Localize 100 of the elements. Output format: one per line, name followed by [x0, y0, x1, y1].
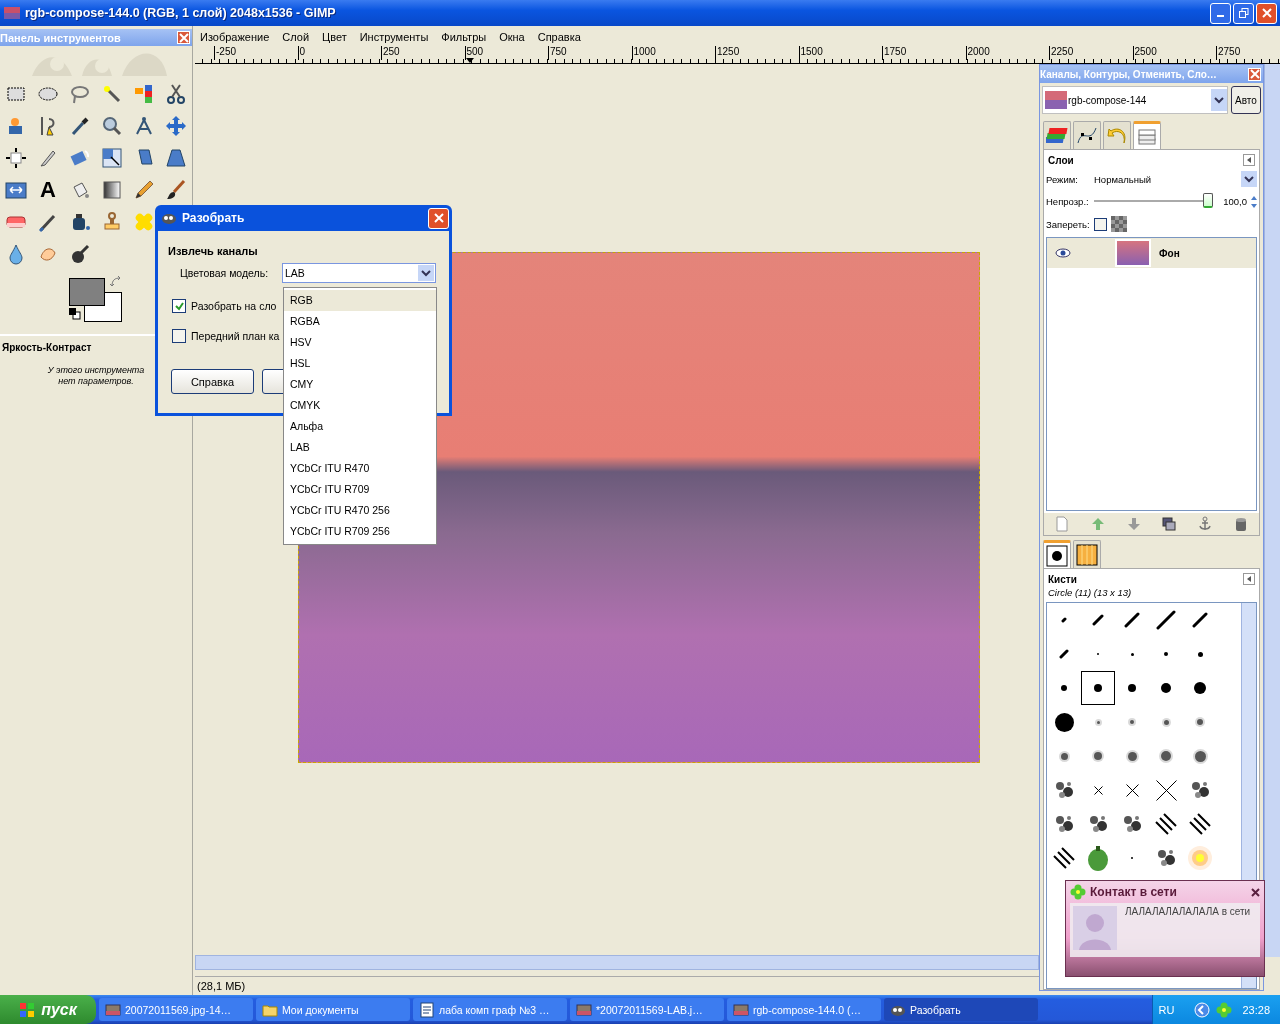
align-icon[interactable] — [5, 147, 27, 169]
paintbrush-icon[interactable] — [165, 179, 187, 201]
slider-thumb[interactable] — [1203, 193, 1213, 208]
help-button[interactable]: Справка — [171, 369, 254, 394]
ruler-label: 2500 — [1132, 46, 1216, 60]
ruler-label: 1000 — [631, 46, 715, 60]
taskbar-button[interactable]: Мои документы — [256, 998, 410, 1021]
menu-item[interactable]: Слой — [282, 31, 310, 43]
menu-item[interactable]: Изображение — [200, 31, 270, 43]
ruler-label: 250 — [381, 46, 465, 60]
brush-line-icon — [1124, 612, 1140, 628]
close-icon — [1251, 887, 1260, 897]
checkbox[interactable] — [172, 329, 186, 343]
ruler-pointer-icon — [466, 58, 474, 63]
menu-item[interactable]: Фильтры — [441, 31, 487, 43]
flower-icon — [1070, 884, 1086, 900]
brush-soft-icon — [1058, 750, 1070, 762]
minimize-button[interactable] — [1210, 2, 1231, 24]
color-swatches[interactable] — [69, 278, 121, 322]
lock-checkbox[interactable] — [1094, 217, 1107, 231]
pencil-icon[interactable] — [133, 179, 155, 201]
close-icon — [178, 32, 189, 43]
dropdown-option[interactable]: LAB — [284, 437, 436, 458]
start-button[interactable]: пуск — [0, 995, 96, 1024]
brush-soft-icon — [1161, 717, 1171, 727]
expand-tray-icon[interactable] — [1194, 1001, 1211, 1018]
brush-dot-icon — [1161, 683, 1171, 693]
stamp-icon[interactable] — [101, 211, 123, 233]
scale-icon[interactable] — [101, 147, 123, 169]
dropdown-option[interactable]: Альфа — [284, 416, 436, 437]
ruler-label: 1750 — [882, 46, 966, 60]
ruler-label: -250 — [214, 46, 298, 60]
brush-cell[interactable] — [1081, 671, 1115, 705]
ruler-label: 2750 — [1216, 46, 1280, 60]
panel-menu-icon[interactable] — [1243, 573, 1255, 585]
dropdown-option[interactable]: CMYK — [284, 395, 436, 416]
dropdown-option[interactable]: CMY — [284, 374, 436, 395]
perspective-icon[interactable] — [165, 147, 187, 169]
dodge-icon[interactable] — [69, 243, 91, 265]
lasso-icon[interactable] — [69, 83, 91, 105]
checkbox[interactable] — [172, 299, 186, 313]
brush-soft-icon — [1195, 717, 1205, 727]
reset-colors-icon[interactable] — [69, 308, 81, 320]
dropdown-option[interactable]: YCbCr ITU R709 — [284, 479, 436, 500]
text-tool-button[interactable]: A — [32, 174, 64, 206]
panel-title: Слои — [1048, 154, 1074, 166]
flower-icon[interactable] — [1216, 1001, 1233, 1018]
dropdown-option[interactable]: RGB — [284, 290, 436, 311]
ruler-label: 2250 — [1049, 46, 1133, 60]
duplicate-icon[interactable] — [1161, 516, 1178, 532]
color-squares-icon[interactable] — [133, 83, 155, 105]
vertical-scrollbar[interactable] — [1264, 64, 1280, 957]
swap-colors-icon[interactable] — [110, 276, 122, 288]
flip-icon[interactable] — [5, 179, 27, 201]
menu-item[interactable]: Окна — [499, 31, 525, 43]
dropdown-option[interactable]: HSV — [284, 332, 436, 353]
compass-icon[interactable] — [133, 115, 155, 137]
dropdown-option[interactable]: RGBA — [284, 311, 436, 332]
taskbar-button[interactable]: *20072011569-LAB.j… — [570, 998, 724, 1021]
dock-tab[interactable] — [1043, 540, 1071, 568]
ruler-label: 2000 — [965, 46, 1049, 60]
menu-item[interactable]: Цвет — [322, 31, 347, 43]
close-icon — [433, 213, 444, 223]
brush-soft-icon — [1128, 718, 1136, 726]
mode-value: Нормальный — [1094, 173, 1152, 185]
taskbar-button[interactable]: rgb-compose-144.0 (… — [727, 998, 881, 1021]
layer-row[interactable]: Фон — [1047, 238, 1256, 268]
spin-arrows-icon[interactable] — [1251, 194, 1257, 209]
restore-button[interactable] — [1233, 2, 1254, 24]
anchor-icon[interactable] — [1197, 516, 1214, 532]
taskbar-button[interactable]: 20072011569.jpg-14… — [99, 998, 253, 1021]
menu-item[interactable]: Справка — [537, 31, 581, 43]
brush-dot-icon — [1197, 651, 1203, 657]
taskbar-button[interactable]: Разобрать — [884, 998, 1038, 1021]
menu-item[interactable]: Инструменты — [359, 31, 429, 43]
horizontal-scrollbar[interactable] — [195, 955, 1039, 970]
dropdown-option[interactable]: YCbCr ITU R470 256 — [284, 500, 436, 521]
dropdown-option[interactable]: YCbCr ITU R709 256 — [284, 521, 436, 542]
eye-icon[interactable] — [1055, 248, 1071, 258]
close-button[interactable] — [1251, 887, 1260, 897]
panel-menu-icon[interactable] — [1243, 154, 1255, 166]
eyedropper-icon[interactable] — [69, 115, 91, 137]
move-arrows-icon[interactable] — [165, 115, 187, 137]
dock-tab[interactable] — [1073, 121, 1101, 149]
dropdown-option[interactable]: HSL — [284, 353, 436, 374]
checkbox-label: Передний план ка — [191, 330, 280, 342]
scissors-icon[interactable] — [165, 83, 187, 105]
gradient-icon[interactable] — [101, 179, 123, 201]
image-icon — [105, 1001, 121, 1018]
color-model-dropdown[interactable]: LAB — [282, 263, 436, 283]
taskbar-button[interactable]: лаба комп граф №3 … — [413, 998, 567, 1021]
brush-soft-icon — [1192, 748, 1208, 764]
auto-button[interactable]: Авто — [1231, 86, 1261, 114]
magic-wand-icon[interactable] — [101, 83, 123, 105]
brush-cross-icon — [1125, 783, 1139, 797]
magnifier-icon[interactable] — [101, 115, 123, 137]
dropdown-option[interactable]: YCbCr ITU R470 — [284, 458, 436, 479]
mode-dropdown[interactable]: Нормальный — [1094, 171, 1257, 187]
tool-options-title: Яркость-Контраст — [2, 342, 93, 353]
image-selector[interactable]: rgb-compose-144 — [1042, 86, 1228, 114]
